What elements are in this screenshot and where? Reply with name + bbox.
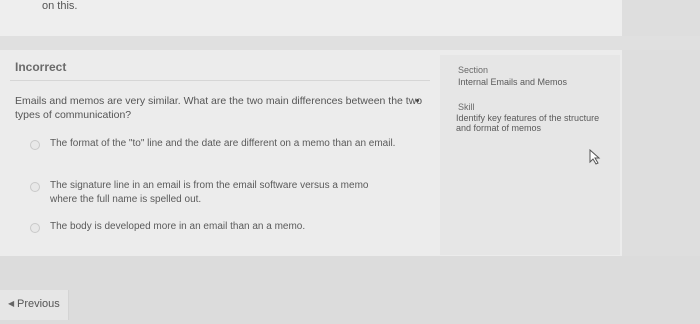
answer-choice-2[interactable]: The signature line in an email is from t… [30,179,396,207]
footer-area [0,256,700,324]
section-label: Section [458,65,489,75]
question-text: Emails and memos are very similar. What … [15,95,423,121]
skill-label: Skill [458,102,475,112]
mouse-pointer-icon [589,149,601,165]
card-separator [0,36,700,50]
answer-choice-3[interactable]: The body is developed more in an email t… [30,220,396,234]
previous-button-label: Previous [17,298,60,310]
radio-button[interactable] [30,182,40,192]
divider [10,80,430,81]
previous-button[interactable]: ◀ Previous [0,290,69,320]
answer-choice-1[interactable]: The format of the "to" line and the date… [30,137,396,151]
skill-value: Identify key features of the structure a… [456,113,600,133]
radio-button[interactable] [30,223,40,233]
triangle-left-icon: ◀ [8,299,15,308]
answer-choice-label: The body is developed more in an email t… [50,221,306,232]
more-indicator-icon [416,99,419,102]
section-value: Internal Emails and Memos [458,77,568,87]
previous-question-card: on this. [0,0,622,36]
previous-question-text: on this. [42,0,78,12]
answer-choice-label: The format of the "to" line and the date… [50,138,396,149]
answer-choice-label: The signature line in an email is from t… [50,180,369,205]
result-status: Incorrect [15,60,67,74]
radio-button[interactable] [30,140,40,150]
